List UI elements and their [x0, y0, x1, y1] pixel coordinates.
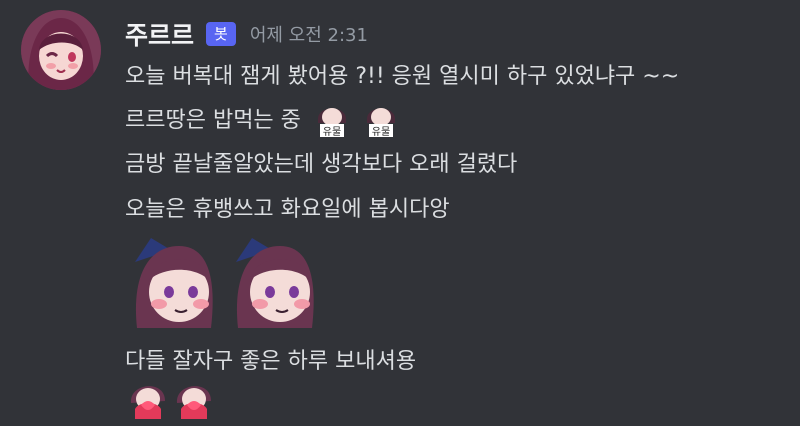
chat-message: 주르르 봇 어제 오전 2:31 오늘 버복대 잼게 봤어용 ?!! 응원 열시… — [0, 0, 800, 426]
eating-emote[interactable]: 유물 — [362, 99, 399, 143]
message-line-1: 오늘 버복대 잼게 봤어용 ?!! 응원 열시미 하구 있었냐구 ~~ — [125, 64, 680, 89]
eating-emote-label: 유물 — [323, 126, 341, 137]
message-line-2-text: 르르땅은 밥먹는 중 — [125, 108, 301, 133]
message-header: 주르르 봇 어제 오전 2:31 — [125, 14, 368, 54]
small-emote[interactable] — [127, 375, 169, 419]
small-emote[interactable] — [173, 375, 215, 419]
timestamp[interactable]: 어제 오전 2:31 — [250, 21, 368, 47]
message-line-3: 금방 끝날줄알았는데 생각보다 오래 걸렸다 — [125, 152, 518, 177]
message-line-5: 다들 잘자구 좋은 하루 보내셔용 — [125, 349, 417, 374]
avatar-image — [21, 10, 101, 90]
big-emote[interactable] — [232, 232, 318, 328]
eating-emote[interactable]: 유물 — [313, 99, 350, 143]
message-line-2: 르르땅은 밥먹는 중 유물 유물 — [125, 99, 399, 143]
username[interactable]: 주르르 — [125, 16, 194, 52]
big-emote[interactable] — [131, 232, 217, 328]
eating-emote-label: 유물 — [372, 126, 390, 137]
bot-badge: 봇 — [206, 22, 236, 46]
message-line-4: 오늘은 휴뱅쓰고 화요일에 봅시다앙 — [125, 197, 450, 222]
avatar[interactable] — [21, 10, 101, 90]
